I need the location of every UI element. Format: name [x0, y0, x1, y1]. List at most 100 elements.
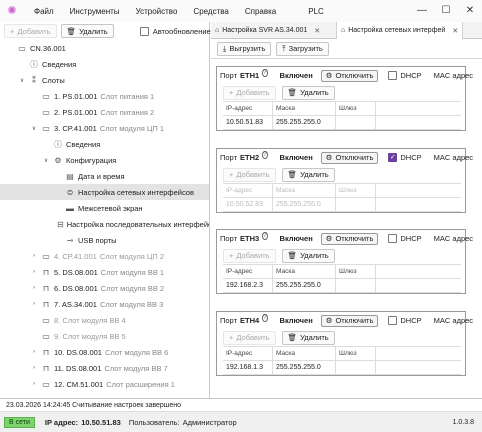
gateway-cell[interactable] — [336, 116, 376, 129]
menu-device[interactable]: Устройство — [128, 7, 186, 16]
delete-address-button[interactable]: 🗑 Удалить — [281, 85, 335, 100]
tree-item[interactable]: › ⊓ 5. DS.08.001 Слот модуля ВВ 1 — [0, 264, 209, 280]
menu-tools[interactable]: Инструменты — [62, 7, 128, 16]
help-icon[interactable]: ? — [262, 313, 268, 322]
tree-item[interactable]: ▭ 8. Слот модуля ВВ 4 — [0, 312, 209, 328]
ip-cell[interactable]: 192.168.1.3 — [223, 361, 273, 374]
dhcp-checkbox[interactable] — [388, 316, 398, 325]
chevron-right-icon[interactable]: › — [30, 349, 38, 355]
tree-item[interactable]: ∨ ⚙ Конфигурация — [0, 152, 209, 168]
mask-cell[interactable]: 255.255.255.0 — [273, 198, 336, 211]
dhcp-toggle[interactable]: ✓ DHCP — [388, 153, 422, 162]
add-address-button[interactable]: + Добавить — [223, 330, 276, 345]
tree-node-icon: ⊓ — [42, 283, 50, 293]
tree-item[interactable]: ▤ Дата и время — [0, 168, 209, 184]
disable-port-button[interactable]: ⚙ Отключить — [320, 69, 379, 82]
delete-address-button[interactable]: 🗑 Удалить — [281, 248, 335, 263]
delete-button[interactable]: 🗑 Удалить — [60, 24, 114, 38]
tree-item[interactable]: ▭ 2. PS.01.001 Слот питания 2 — [0, 104, 209, 120]
chevron-down-icon[interactable]: ∨ — [42, 157, 50, 164]
port-header: Порт ETH4 ? Включен ⚙ Отключить DHCP MAC … — [217, 312, 473, 329]
tree-item[interactable]: › ⊓ 7. AS.34.001 Слот модуля ВВ 3 — [0, 296, 209, 312]
tree-item[interactable]: › ⊓ 11. DS.08.001 Слот модуля ВВ 7 — [0, 360, 209, 376]
help-icon[interactable]: ? — [262, 68, 268, 77]
add-address-button[interactable]: + Добавить — [223, 85, 276, 100]
chevron-down-icon[interactable]: ∨ — [18, 77, 26, 84]
menu-plc[interactable]: PLC — [300, 7, 332, 16]
ip-cell[interactable]: 10.50.52.83 — [223, 198, 273, 211]
tree-item[interactable]: ▭ 9. Слот модуля ВВ 5 — [0, 328, 209, 344]
tree-item[interactable]: ▭ CN.36.001 — [0, 40, 209, 56]
user-label: Пользователь: — [128, 417, 180, 427]
disable-port-button[interactable]: ⚙ Отключить — [320, 232, 379, 245]
tab-network-settings[interactable]: ⌂ Настройка сетевых интерфей ✕ — [337, 22, 463, 40]
autorefresh-checkbox[interactable] — [139, 26, 149, 36]
dhcp-checkbox[interactable] — [388, 71, 398, 80]
menu-means[interactable]: Средства — [185, 7, 236, 16]
tab-svr-settings[interactable]: ⌂ Настройка SVR AS.34.001 ✕ — [211, 22, 337, 39]
chevron-down-icon[interactable]: ∨ — [30, 125, 38, 132]
close-icon[interactable]: ✕ — [458, 0, 482, 22]
tree-item[interactable]: ∨ ▭ 3. CP.41.001 Слот модуля ЦП 1 — [0, 120, 209, 136]
tree-item[interactable]: › ⊓ 6. DS.08.001 Слот модуля ВВ 2 — [0, 280, 209, 296]
close-tab-icon[interactable]: ✕ — [314, 27, 320, 35]
tree-item[interactable]: ⊸ USB порты — [0, 232, 209, 248]
dhcp-toggle[interactable]: DHCP — [388, 71, 422, 80]
tree-item[interactable]: ∨ ⁑ Слоты — [0, 72, 209, 88]
disable-port-button[interactable]: ⚙ Отключить — [320, 151, 379, 164]
help-icon[interactable]: ? — [262, 231, 268, 240]
help-icon[interactable]: ? — [262, 150, 268, 159]
tree-item[interactable]: ⊜ Настройка сетевых интерфейсов — [0, 184, 209, 200]
tree-item[interactable]: › ▭ 12. CM.51.001 Слот расширения 1 — [0, 376, 209, 392]
mask-cell[interactable]: 255.255.255.0 — [273, 116, 336, 129]
chevron-right-icon[interactable]: › — [30, 269, 38, 275]
disable-port-button[interactable]: ⚙ Отключить — [320, 314, 379, 327]
chevron-right-icon[interactable]: › — [30, 365, 38, 371]
tree-item-sublabel: Слот модуля ВВ 7 — [104, 363, 168, 373]
chevron-right-icon[interactable]: › — [30, 301, 38, 307]
dhcp-checkbox[interactable] — [388, 234, 398, 243]
autorefresh-toggle[interactable]: Автообновление — [139, 26, 211, 36]
mask-cell[interactable]: 255.255.255.0 — [273, 361, 336, 374]
tree-item[interactable]: ⓘ Сведения — [0, 56, 209, 72]
chevron-right-icon[interactable]: › — [30, 253, 38, 259]
gateway-cell[interactable] — [336, 198, 376, 211]
add-address-button[interactable]: + Добавить — [223, 167, 276, 182]
table-row[interactable]: 192.168.2.3 255.255.255.0 — [223, 279, 461, 293]
port-panel: Порт ETH4 ? Включен ⚙ Отключить DHCP MAC … — [216, 311, 473, 376]
maximize-icon[interactable]: ☐ — [434, 0, 458, 22]
ip-cell[interactable]: 10.50.51.83 — [223, 116, 273, 129]
add-address-button[interactable]: + Добавить — [223, 248, 276, 263]
delete-address-button[interactable]: 🗑 Удалить — [281, 167, 335, 182]
port-panel: Порт ETH3 ? Включен ⚙ Отключить DHCP MAC … — [216, 229, 473, 294]
tree-item[interactable]: › ⊓ 10. DS.08.001 Слот модуля ВВ 6 — [0, 344, 209, 360]
ip-cell[interactable]: 192.168.2.3 — [223, 279, 273, 292]
chevron-right-icon[interactable]: › — [30, 381, 38, 387]
mask-cell[interactable]: 255.255.255.0 — [273, 279, 336, 292]
gateway-cell[interactable] — [336, 361, 376, 374]
table-row[interactable]: 10.50.52.83 255.255.255.0 — [223, 198, 461, 212]
mac-address-label: MAC адрес — [433, 153, 474, 162]
close-tab-icon[interactable]: ✕ — [452, 27, 458, 35]
menu-help[interactable]: Справка — [237, 7, 284, 16]
add-button[interactable]: + Добавить — [4, 24, 57, 38]
dhcp-checkbox[interactable]: ✓ — [388, 153, 398, 162]
chevron-right-icon[interactable]: › — [30, 285, 38, 291]
menu-file[interactable]: Файл — [26, 7, 62, 16]
gateway-cell[interactable] — [336, 279, 376, 292]
tree-scrollbar[interactable] — [203, 40, 208, 396]
tree-item[interactable]: ⓘ Сведения — [0, 136, 209, 152]
table-row[interactable]: 192.168.1.3 255.255.255.0 — [223, 361, 461, 375]
upload-button[interactable]: ⤓ Выгрузить — [217, 41, 272, 56]
tree-item[interactable]: ▬ Межсетевой экран — [0, 200, 209, 216]
tree-item[interactable]: ▭ 1. PS.01.001 Слот питания 1 — [0, 88, 209, 104]
port-label: Порт — [220, 316, 238, 325]
minimize-icon[interactable]: — — [410, 0, 434, 22]
table-row[interactable]: 10.50.51.83 255.255.255.0 — [223, 116, 461, 130]
tree-item[interactable]: ⊟ Настройка последовательных интерфейсов — [0, 216, 209, 232]
delete-address-button[interactable]: 🗑 Удалить — [281, 330, 335, 345]
dhcp-toggle[interactable]: DHCP — [388, 234, 422, 243]
dhcp-toggle[interactable]: DHCP — [388, 316, 422, 325]
tree-item[interactable]: › ▭ 4. CP.41.001 Слот модуля ЦП 2 — [0, 248, 209, 264]
download-button[interactable]: ⤒ Загрузить — [276, 41, 329, 56]
